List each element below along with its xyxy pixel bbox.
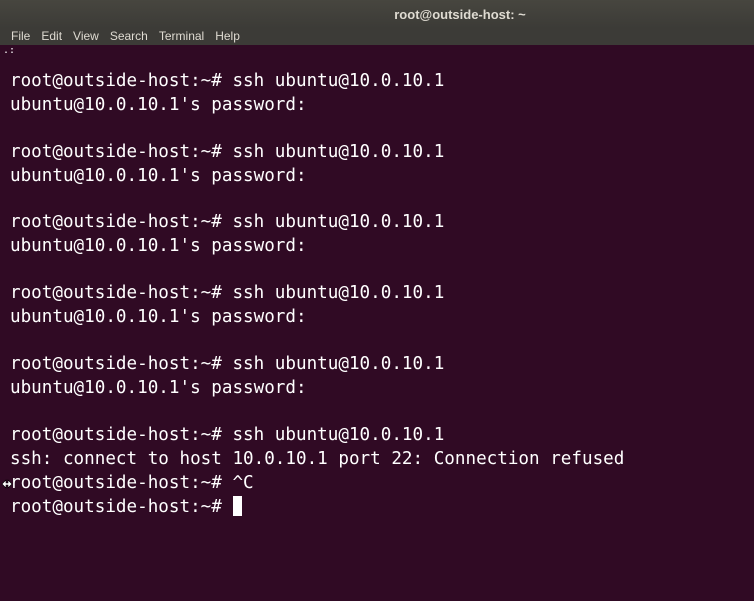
terminal-line: ubuntu@10.0.10.1's password: <box>10 307 307 327</box>
terminal-line: root@outside-host:~# ssh ubuntu@10.0.10.… <box>10 212 445 232</box>
terminal-line: root@outside-host:~# ssh ubuntu@10.0.10.… <box>10 283 445 303</box>
menu-terminal[interactable]: Terminal <box>157 28 206 45</box>
menu-view[interactable]: View <box>71 28 101 45</box>
terminal-area[interactable]: .: root@outside-host:~# ssh ubuntu@10.0.… <box>0 45 754 601</box>
terminal-line: root@outside-host:~# ssh ubuntu@10.0.10.… <box>10 425 445 445</box>
title-bar[interactable]: root@outside-host: ~ <box>0 0 754 28</box>
terminal-line: ubuntu@10.0.10.1's password: <box>10 378 307 398</box>
terminal-line: root@outside-host:~# ssh ubuntu@10.0.10.… <box>10 71 445 91</box>
terminal-line: ubuntu@10.0.10.1's password: <box>10 166 307 186</box>
terminal-line: ssh: connect to host 10.0.10.1 port 22: … <box>10 449 625 469</box>
menu-file[interactable]: File <box>9 28 32 45</box>
terminal-prompt-line[interactable]: root@outside-host:~# <box>10 496 243 518</box>
terminal-line: root@outside-host:~# ssh ubuntu@10.0.10.… <box>10 142 445 162</box>
menu-help[interactable]: Help <box>213 28 242 45</box>
resize-pointer-icon <box>1 479 13 489</box>
terminal-line: ubuntu@10.0.10.1's password: <box>10 95 307 115</box>
current-prompt: root@outside-host:~# <box>10 497 233 517</box>
menu-edit[interactable]: Edit <box>39 28 64 45</box>
menu-search[interactable]: Search <box>108 28 150 45</box>
window-title: root@outside-host: ~ <box>394 6 526 22</box>
menu-bar: File Edit View Search Terminal Help <box>0 28 754 45</box>
terminal-line: root@outside-host:~# ssh ubuntu@10.0.10.… <box>10 354 445 374</box>
terminal-line: ubuntu@10.0.10.1's password: <box>10 236 307 256</box>
text-cursor <box>233 496 243 516</box>
terminal-line: root@outside-host:~# ^C <box>10 473 254 493</box>
scrollback-residue: .: <box>3 45 16 56</box>
terminal-window: root@outside-host: ~ File Edit View Sear… <box>0 0 754 601</box>
